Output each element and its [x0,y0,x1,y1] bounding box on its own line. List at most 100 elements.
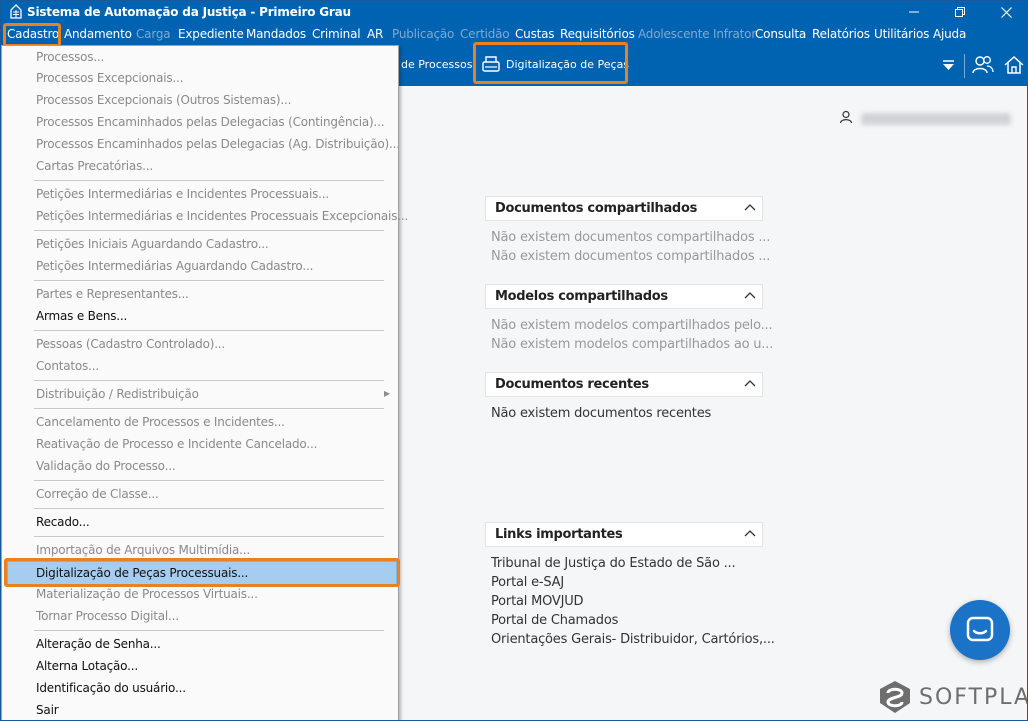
dropdown-item-alteracao-senha[interactable]: Alteração de Senha... [36,637,161,651]
menu-custas[interactable]: Custas [515,27,555,41]
menu-consulta[interactable]: Consulta [755,27,806,41]
dropdown-item-reativacao[interactable]: Reativação de Processo e Incidente Cance… [36,437,317,451]
menu-utilitarios[interactable]: Utilitários [874,27,929,41]
menu-certidao[interactable]: Certidão [460,27,510,41]
menu-requisitorios[interactable]: Requisitórios [560,27,635,41]
menu-criminal[interactable]: Criminal [312,27,361,41]
dropdown-item-delegacias-contingencia[interactable]: Processos Encaminhados pelas Delegacias … [36,115,385,129]
digitalizacao-highlight [473,42,628,84]
panel-docs-shared-line: Não existem documentos compartilhados ..… [491,230,771,245]
dropdown-item-contatos[interactable]: Contatos... [36,359,99,373]
panel-docs-shared-title: Documentos compartilhados [495,201,698,216]
title-bar: Sistema de Automação da Justiça - Primei… [1,1,1027,23]
menu-separator [34,408,384,409]
chat-button[interactable] [950,600,1010,660]
dropdown-item-pessoas[interactable]: Pessoas (Cadastro Controlado)... [36,337,225,351]
menu-separator [34,280,384,281]
dropdown-item-validacao[interactable]: Validação do Processo... [36,459,176,473]
app-window: Sistema de Automação da Justiça - Primei… [0,0,1028,721]
chevron-up-icon[interactable] [744,291,756,299]
dropdown-item-distribuicao[interactable]: Distribuição / Redistribuição [36,387,199,401]
chevron-up-icon[interactable] [744,379,756,387]
users-icon[interactable] [972,54,994,76]
softplan-logo-icon [880,681,910,713]
menu-separator [34,330,384,331]
panel-recent-docs-title: Documentos recentes [495,377,649,392]
link-portal-movjud[interactable]: Portal MOVJUD [491,594,584,609]
menu-carga[interactable]: Carga [136,27,171,41]
menu-separator [34,630,384,631]
dropdown-item-peticoes-intermediarias-aguardando[interactable]: Petições Intermediárias Aguardando Cadas… [36,259,313,273]
dropdown-item-materializacao[interactable]: Materialização de Processos Virtuais... [36,587,258,601]
menu-separator [34,480,384,481]
restore-button[interactable] [937,1,983,23]
link-portal-chamados[interactable]: Portal de Chamados [491,613,618,628]
dropdown-item-processos-excepcionais-outros[interactable]: Processos Excepcionais (Outros Sistemas)… [36,93,291,107]
dropdown-item-armas-bens[interactable]: Armas e Bens... [36,309,127,323]
softplan-logo: SOFTPLAN [877,679,1027,715]
dropdown-item-delegacias-distribuicao[interactable]: Processos Encaminhados pelas Delegacias … [36,137,400,151]
menu-separator [34,536,384,537]
dropdown-item-correcao-classe[interactable]: Correção de Classe... [36,487,159,501]
link-portal-esaj[interactable]: Portal e-SAJ [491,575,564,590]
chevron-up-icon[interactable] [744,203,756,211]
menu-ajuda[interactable]: Ajuda [933,27,966,41]
dropdown-item-cancelamento[interactable]: Cancelamento de Processos e Incidentes..… [36,415,285,429]
home-icon[interactable] [1003,54,1025,76]
dropdown-item-digitalizacao-pecas[interactable]: Digitalização de Peças Processuais... [36,566,248,580]
menu-separator [34,180,384,181]
menu-andamento[interactable]: Andamento [64,27,132,41]
restore-icon [955,7,965,17]
close-button[interactable] [983,1,1027,23]
minimize-button[interactable] [891,1,937,23]
dropdown-item-sair[interactable]: Sair [36,703,59,717]
dropdown-item-importacao-multimidia[interactable]: Importação de Arquivos Multimídia... [36,543,250,557]
link-orientacoes-gerais[interactable]: Orientações Gerais- Distribuidor, Cartór… [491,632,775,647]
menu-expediente[interactable]: Expediente [178,27,244,41]
panel-links-title: Links importantes [495,527,623,542]
dropdown-item-processos[interactable]: Processos... [36,50,104,64]
chat-icon [966,616,994,642]
cadastro-highlight [3,23,61,47]
menu-ar[interactable]: AR [367,27,383,41]
menu-separator [34,380,384,381]
panel-recent-docs-line: Não existem documentos recentes [491,406,712,421]
panel-docs-shared-line: Não existem documentos compartilhados ..… [491,249,771,264]
panel-links-header[interactable]: Links importantes [485,522,763,547]
window-title: Sistema de Automação da Justiça - Primei… [27,5,351,19]
menu-mandados[interactable]: Mandados [246,27,306,41]
dropdown-item-recado[interactable]: Recado... [36,515,90,529]
chevron-up-icon[interactable] [744,529,756,537]
link-tjsp[interactable]: Tribunal de Justiça do Estado de São ... [491,556,736,571]
dropdown-item-alterna-lotacao[interactable]: Alterna Lotação... [36,659,138,673]
panel-models-shared-line: Não existem modelos compartilhados ao u.… [491,337,774,352]
menu-adolescente-infrator[interactable]: Adolescente Infrator [638,27,756,41]
toolbar-processos-button[interactable]: de Processos [401,58,472,71]
panel-models-shared-header[interactable]: Modelos compartilhados [485,284,763,309]
menu-relatorios[interactable]: Relatórios [812,27,870,41]
dropdown-item-identificacao-usuario[interactable]: Identificação do usuário... [36,681,186,695]
user-name-blurred [861,113,1011,125]
dropdown-item-tornar-digital[interactable]: Tornar Processo Digital... [36,609,179,623]
dropdown-item-peticoes-excepcionais[interactable]: Petições Intermediárias e Incidentes Pro… [36,209,408,223]
menu-separator [34,508,384,509]
panel-recent-docs-header[interactable]: Documentos recentes [485,372,763,397]
softplan-logo-text: SOFTPLAN [919,684,1027,710]
minimize-icon [909,11,919,13]
close-icon [1000,6,1012,18]
dropdown-item-peticoes-iniciais[interactable]: Petições Iniciais Aguardando Cadastro... [36,237,269,251]
panel-docs-shared-header[interactable]: Documentos compartilhados [485,196,763,221]
submenu-arrow-icon: ▸ [384,386,390,400]
panel-models-shared-title: Modelos compartilhados [495,289,668,304]
dropdown-item-partes-representantes[interactable]: Partes e Representantes... [36,287,189,301]
dropdown-item-cartas-precatorias[interactable]: Cartas Precatórias... [36,159,153,173]
user-icon [839,110,853,124]
dropdown-item-peticoes-intermediarias[interactable]: Petições Intermediárias e Incidentes Pro… [36,187,329,201]
panel-models-shared-line: Não existem modelos compartilhados pelo.… [491,318,773,333]
dropdown-item-processos-excepcionais[interactable]: Processos Excepcionais... [36,71,183,85]
app-logo-icon [10,4,22,19]
menu-separator [34,230,384,231]
toolbar-separator [964,54,965,78]
dropdown-arrow-icon[interactable] [942,60,955,72]
menu-publicacao[interactable]: Publicação [392,27,454,41]
